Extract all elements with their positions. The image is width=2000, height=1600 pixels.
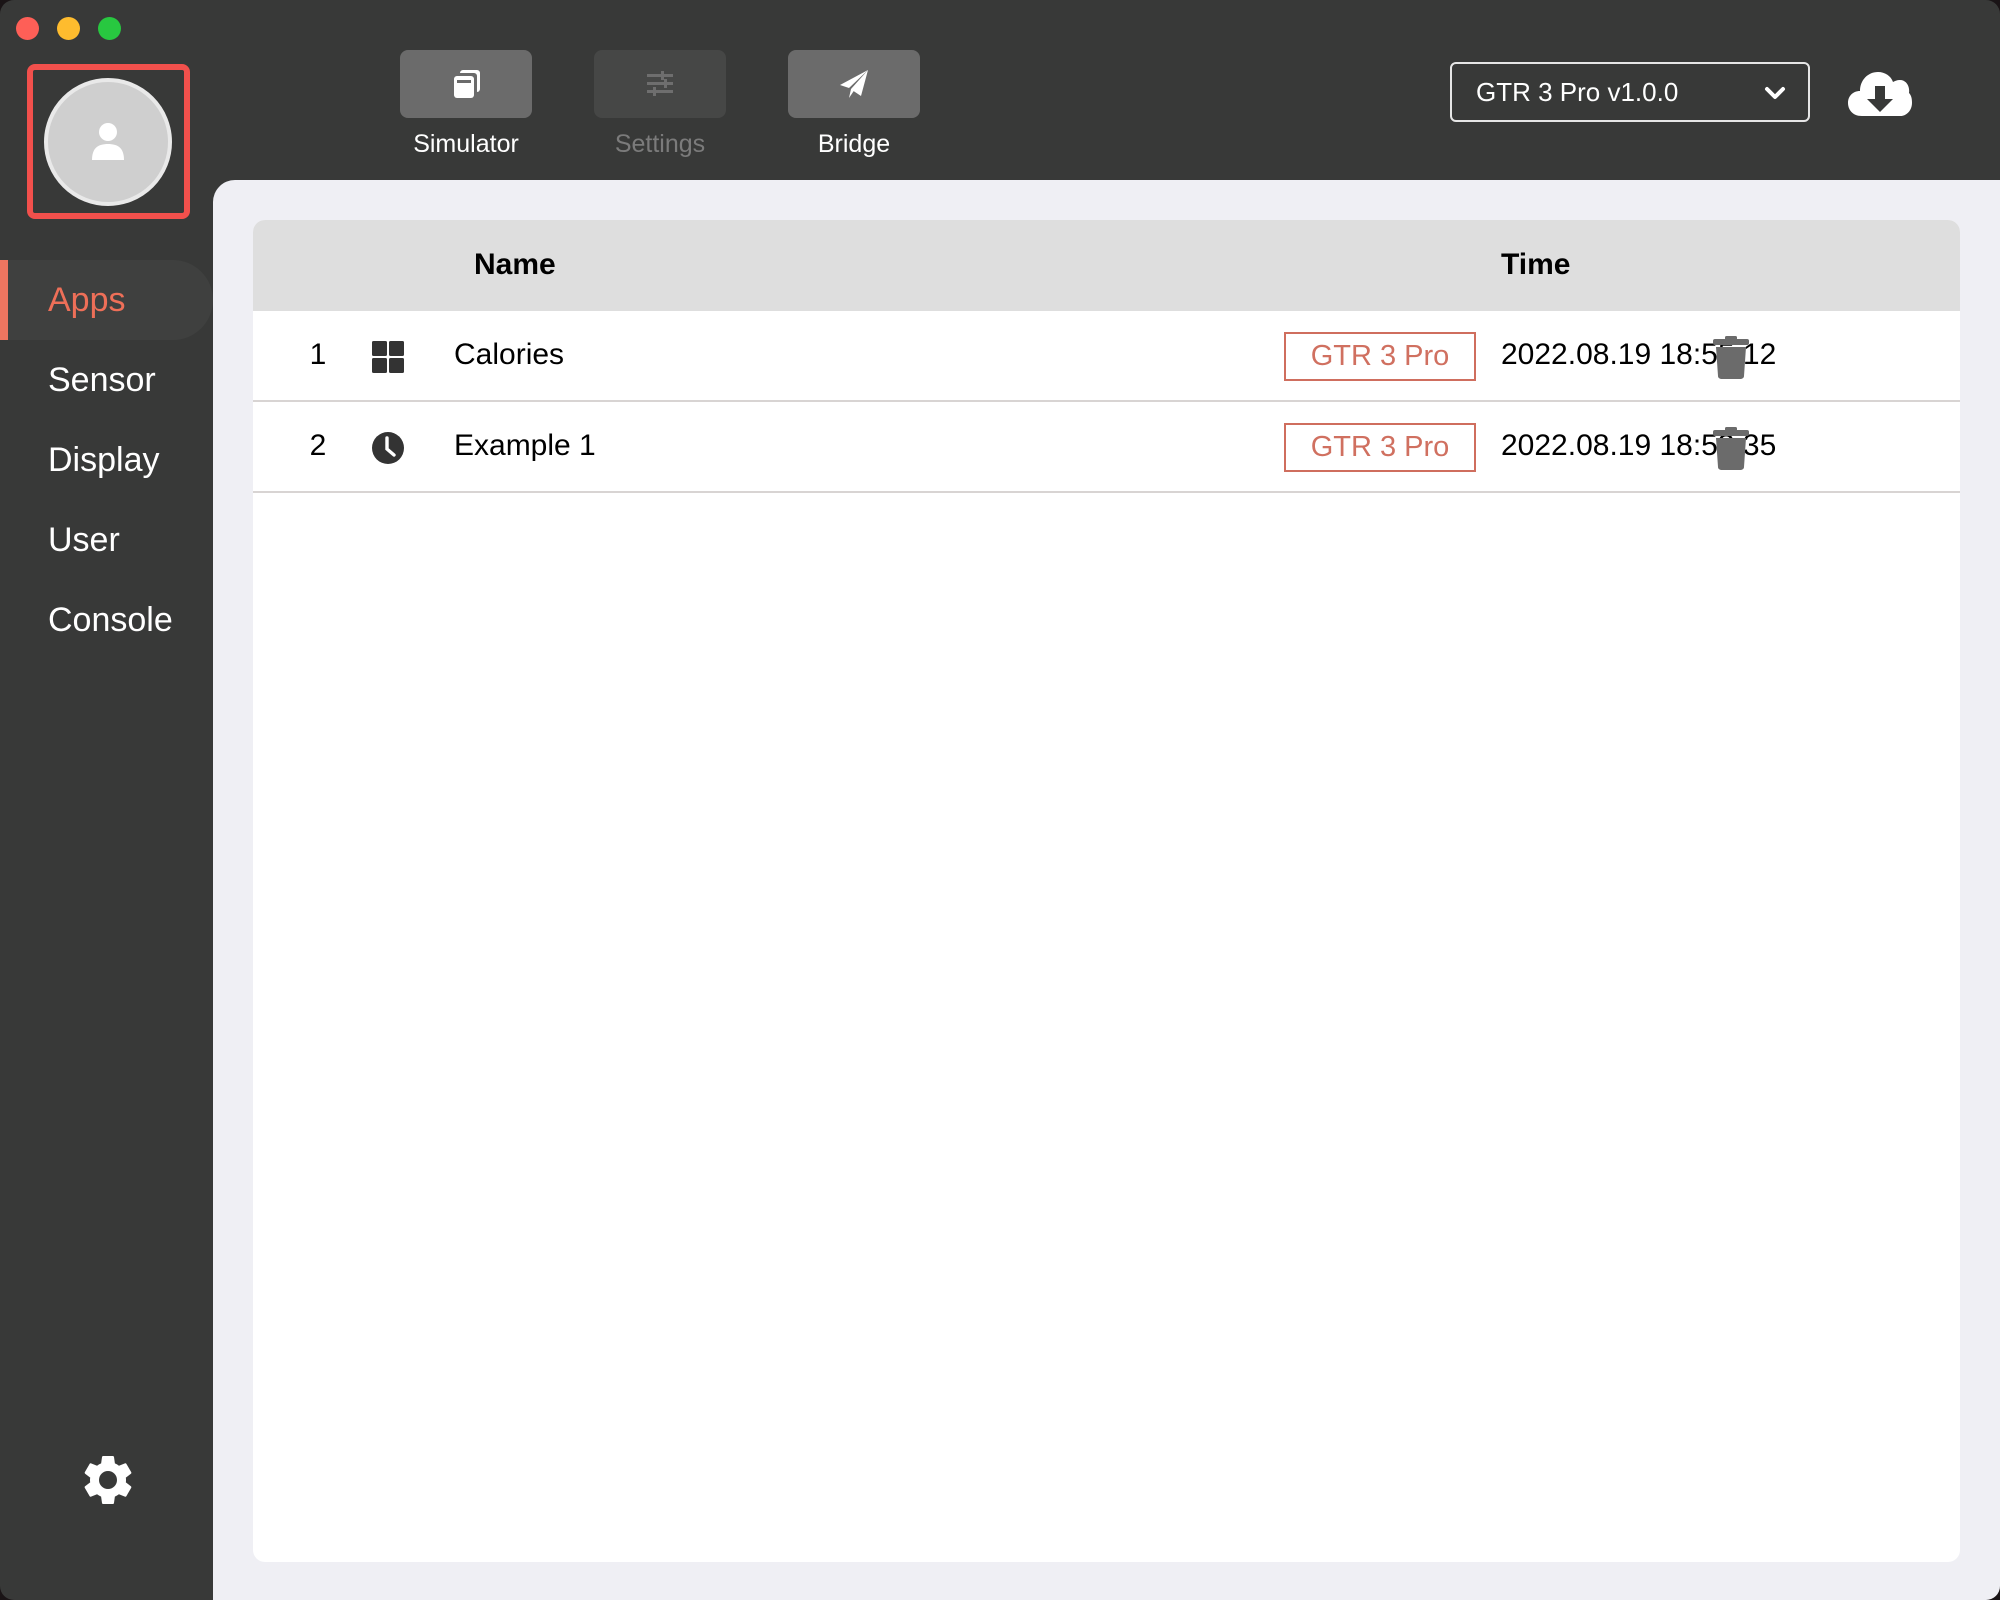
sidebar-item-label: Console [48,600,173,639]
sidebar-item-label: Apps [48,280,126,319]
settings-button[interactable]: Settings [594,50,726,159]
sidebar-item-console[interactable]: Console [0,580,213,660]
sidebar-item-apps[interactable]: Apps [0,260,213,340]
cloud-download-icon[interactable] [1848,66,1912,120]
trash-icon[interactable] [1711,335,1751,379]
app-name: Example 1 [454,429,596,462]
apps-table: Name Time 1 Calories GTR 3 Pro 2022.08.1… [253,220,1960,1562]
sidebar-item-sensor[interactable]: Sensor [0,340,213,420]
avatar[interactable] [44,78,172,206]
settings-label: Settings [614,130,706,158]
device-select[interactable]: GTR 3 Pro v1.0.0 [1450,62,1810,122]
maximize-window-button[interactable] [98,17,121,40]
row-index: 1 [309,338,327,371]
table-header: Name Time [253,220,1960,311]
app-name: Calories [454,338,565,371]
trash-icon[interactable] [1711,426,1751,470]
clock-icon [372,432,404,464]
user-icon [92,123,124,160]
sidebar-item-label: Display [48,440,160,479]
sliders-icon [647,71,673,96]
device-select-value: GTR 3 Pro v1.0.0 [1476,76,1679,107]
sidebar-item-label: User [48,520,120,559]
app-window: Apps Sensor Display User Console Simulat… [0,0,2000,1600]
simulator-button[interactable]: Simulator [400,50,532,159]
gear-icon[interactable] [78,1450,138,1510]
column-header-name[interactable]: Name [474,248,556,282]
sidebar-nav: Apps Sensor Display User Console [0,260,213,660]
paper-plane-icon [840,70,868,98]
bridge-label: Bridge [817,130,891,158]
sidebar-item-display[interactable]: Display [0,420,213,500]
chevron-down-icon [1765,87,1785,99]
device-badge: GTR 3 Pro [1284,332,1476,381]
device-badge: GTR 3 Pro [1284,423,1476,472]
sidebar-item-label: Sensor [48,360,156,399]
close-window-button[interactable] [16,17,39,40]
table-row[interactable]: 2 Example 1 GTR 3 Pro 2022.08.19 18:53:3… [253,402,1960,493]
table-row[interactable]: 1 Calories GTR 3 Pro 2022.08.19 18:55:12 [253,311,1960,402]
column-header-time[interactable]: Time [1501,248,1570,282]
grid-icon [372,341,404,373]
bridge-button[interactable]: Bridge [788,50,920,159]
row-index: 2 [309,429,327,462]
sidebar-item-user[interactable]: User [0,500,213,580]
window-controls [16,17,121,40]
content-area: Name Time 1 Calories GTR 3 Pro 2022.08.1… [213,180,2000,1600]
simulator-icon [454,70,480,98]
minimize-window-button[interactable] [57,17,80,40]
simulator-label: Simulator [413,130,519,158]
